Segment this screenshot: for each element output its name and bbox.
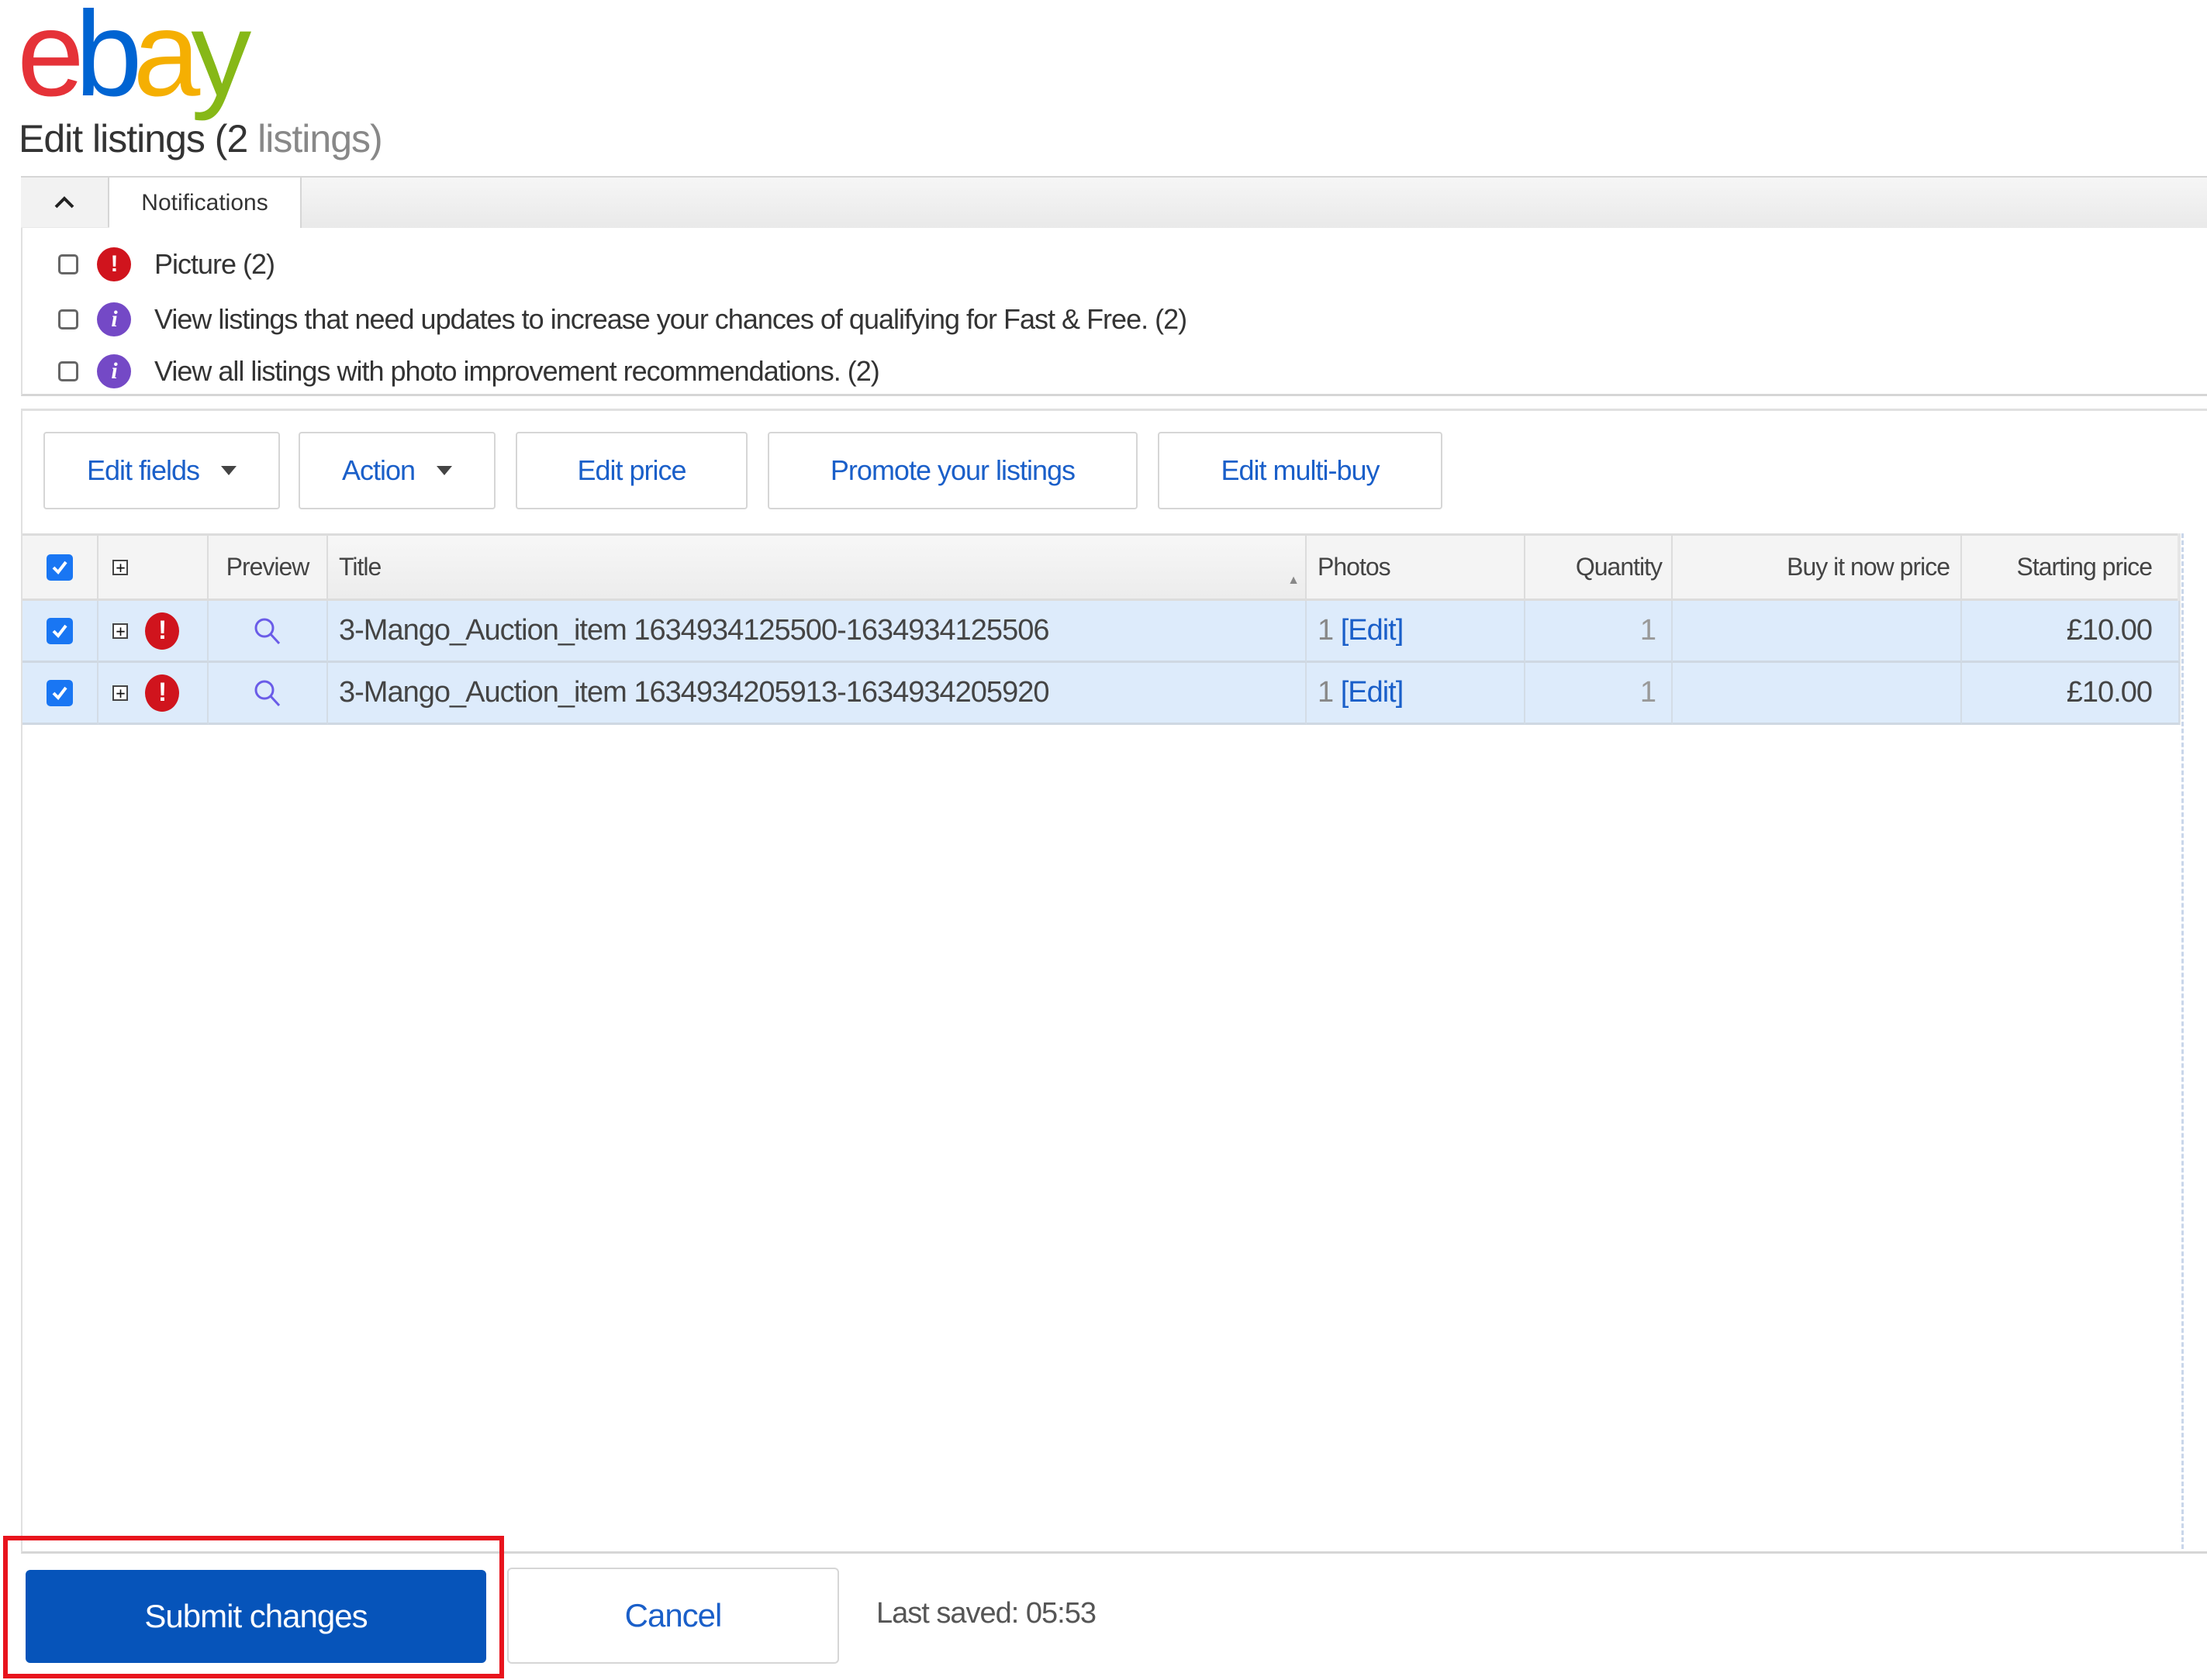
tab-notifications[interactable]: Notifications (109, 178, 302, 229)
select-all-checkbox[interactable] (47, 554, 73, 581)
notification-item[interactable]: i View all listings with photo improveme… (58, 352, 880, 391)
row-expand-cell: + ! (98, 601, 209, 663)
notification-item[interactable]: i View listings that need updates to inc… (58, 300, 1187, 339)
edit-multibuy-button[interactable]: Edit multi-buy (1158, 432, 1442, 509)
grid-scroll-boundary (2181, 533, 2184, 1549)
ebay-logo[interactable]: ebay (17, 0, 251, 122)
notifications-header-bar (21, 176, 2207, 230)
notification-label: View all listings with photo improvement… (154, 355, 880, 387)
row-select-cell[interactable] (22, 601, 98, 663)
expand-all-icon[interactable]: + (112, 559, 128, 575)
column-header-title[interactable]: Title ▲ (328, 533, 1307, 601)
info-icon: i (97, 354, 131, 388)
edit-fields-dropdown[interactable]: Edit fields (43, 432, 280, 509)
edit-photos-link[interactable]: [Edit] (1341, 676, 1404, 709)
edit-photos-link[interactable]: [Edit] (1341, 614, 1404, 647)
starting-price-cell[interactable]: £10.00 (1962, 663, 2180, 725)
sort-ascending-icon: ▲ (1287, 574, 1300, 587)
submit-changes-button[interactable]: Submit changes (26, 1570, 486, 1663)
error-icon: ! (97, 247, 131, 281)
cancel-button[interactable]: Cancel (507, 1568, 839, 1664)
checkmark-icon (52, 561, 67, 574)
quantity-cell[interactable]: 1 (1525, 663, 1673, 725)
notification-label: View listings that need updates to incre… (154, 303, 1187, 335)
expand-row-icon[interactable]: + (112, 685, 128, 701)
row-checkbox[interactable] (47, 617, 73, 644)
photos-count: 1 (1318, 614, 1334, 647)
row-select-cell[interactable] (22, 663, 98, 725)
error-icon[interactable]: ! (145, 612, 179, 650)
error-icon[interactable]: ! (145, 674, 179, 712)
column-header-quantity[interactable]: Quantity (1525, 533, 1673, 601)
starting-price-cell[interactable]: £10.00 (1962, 601, 2180, 663)
column-header-photos[interactable]: Photos (1307, 533, 1525, 601)
buy-it-now-cell[interactable] (1673, 601, 1962, 663)
notifications-collapse-button[interactable] (21, 178, 109, 227)
preview-cell[interactable] (209, 601, 328, 663)
logo-letter-a: a (133, 0, 201, 122)
page-title: Edit listings (2 listings) (19, 116, 383, 161)
notification-checkbox[interactable] (58, 254, 78, 274)
expand-row-icon[interactable]: + (112, 623, 128, 639)
header-select-all[interactable] (22, 533, 98, 601)
last-saved-status: Last saved: 05:53 (876, 1597, 1097, 1630)
notification-checkbox[interactable] (58, 309, 78, 329)
edit-fields-label: Edit fields (86, 454, 200, 486)
preview-cell[interactable] (209, 663, 328, 725)
photos-cell: 1 [Edit] (1307, 663, 1525, 725)
logo-letter-y: y (191, 0, 251, 122)
action-dropdown[interactable]: Action (299, 432, 496, 509)
buy-it-now-cell[interactable] (1673, 663, 1962, 725)
caret-down-icon (437, 466, 453, 475)
column-title-label: Title (339, 553, 382, 581)
column-header-starting-price[interactable]: Starting price (1962, 533, 2180, 601)
promote-listings-button[interactable]: Promote your listings (768, 432, 1138, 509)
column-header-buy-it-now-price[interactable]: Buy it now price (1673, 533, 1962, 601)
photos-cell: 1 [Edit] (1307, 601, 1525, 663)
quantity-cell[interactable]: 1 (1525, 601, 1673, 663)
info-icon: i (97, 302, 131, 336)
search-icon[interactable] (252, 678, 283, 709)
title-cell[interactable]: 3-Mango_Auction_item 1634934125500-16349… (328, 601, 1307, 663)
row-expand-cell: + ! (98, 663, 209, 725)
title-suffix: listings) (257, 117, 382, 160)
title-main: Edit listings (19, 117, 206, 160)
action-label: Action (341, 454, 416, 486)
title-cell[interactable]: 3-Mango_Auction_item 1634934205913-16349… (328, 663, 1307, 725)
edit-price-button[interactable]: Edit price (516, 432, 748, 509)
caret-down-icon (221, 466, 237, 475)
checkmark-icon (52, 624, 67, 638)
logo-letter-e: e (17, 0, 85, 122)
notification-item[interactable]: ! Picture (2) (58, 245, 275, 284)
photos-count: 1 (1318, 676, 1334, 709)
row-checkbox[interactable] (47, 679, 73, 706)
chevron-up-icon (54, 196, 74, 209)
checkmark-icon (52, 686, 67, 700)
notification-label: Picture (2) (154, 248, 275, 280)
notification-checkbox[interactable] (58, 361, 78, 381)
title-count: (2 (214, 117, 248, 160)
search-icon[interactable] (252, 616, 283, 647)
notifications-panel: ! Picture (2) i View listings that need … (21, 228, 2207, 396)
column-header-preview[interactable]: Preview (209, 533, 328, 601)
logo-letter-b: b (74, 0, 143, 122)
header-expand-all[interactable]: + (98, 533, 209, 601)
